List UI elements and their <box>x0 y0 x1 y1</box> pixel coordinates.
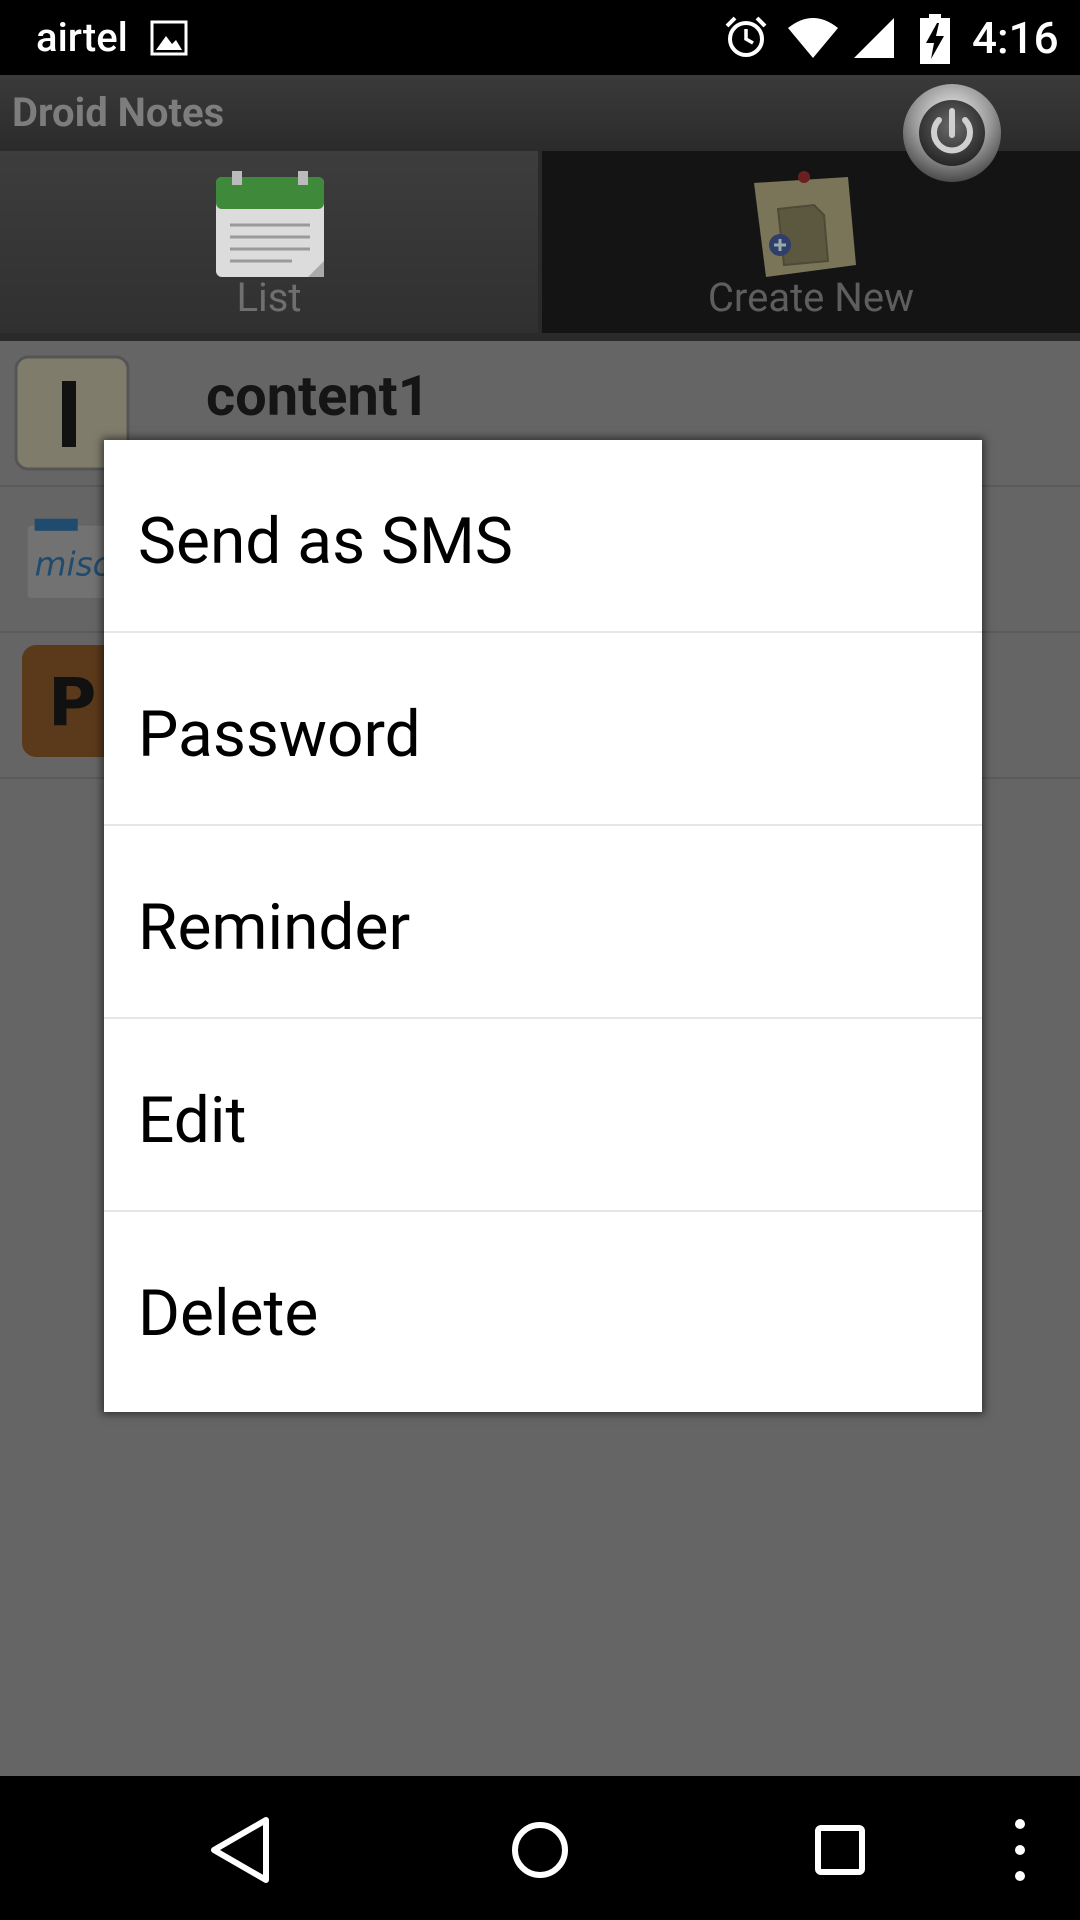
alarm-icon <box>725 16 767 57</box>
menu-item-reminder[interactable]: Reminder <box>104 826 982 1019</box>
menu-item-label: Delete <box>138 1276 319 1351</box>
clock: 4:16 <box>972 12 1059 64</box>
signal-icon <box>854 18 894 58</box>
menu-item-password[interactable]: Password <box>104 633 982 826</box>
wifi-icon <box>788 18 838 58</box>
overflow-menu-icon[interactable] <box>1000 1810 1040 1890</box>
home-icon[interactable] <box>500 1810 580 1890</box>
carrier-name: airtel <box>36 14 128 61</box>
battery-charging-icon <box>920 14 950 64</box>
menu-item-label: Password <box>138 697 421 772</box>
navigation-bar <box>0 1776 1080 1920</box>
menu-item-delete[interactable]: Delete <box>104 1212 982 1412</box>
menu-item-send-as-sms[interactable]: Send as SMS <box>104 440 982 633</box>
context-menu-dialog: Send as SMS Password Reminder Edit Delet… <box>104 440 982 1412</box>
menu-item-label: Send as SMS <box>138 504 513 579</box>
status-bar: airtel 4:16 <box>0 0 1080 75</box>
recents-icon[interactable] <box>800 1810 880 1890</box>
menu-item-label: Reminder <box>138 890 411 965</box>
menu-item-label: Edit <box>138 1083 247 1158</box>
menu-item-edit[interactable]: Edit <box>104 1019 982 1212</box>
power-icon[interactable] <box>902 83 1002 183</box>
gallery-icon <box>150 20 188 56</box>
back-icon[interactable] <box>200 1810 280 1890</box>
